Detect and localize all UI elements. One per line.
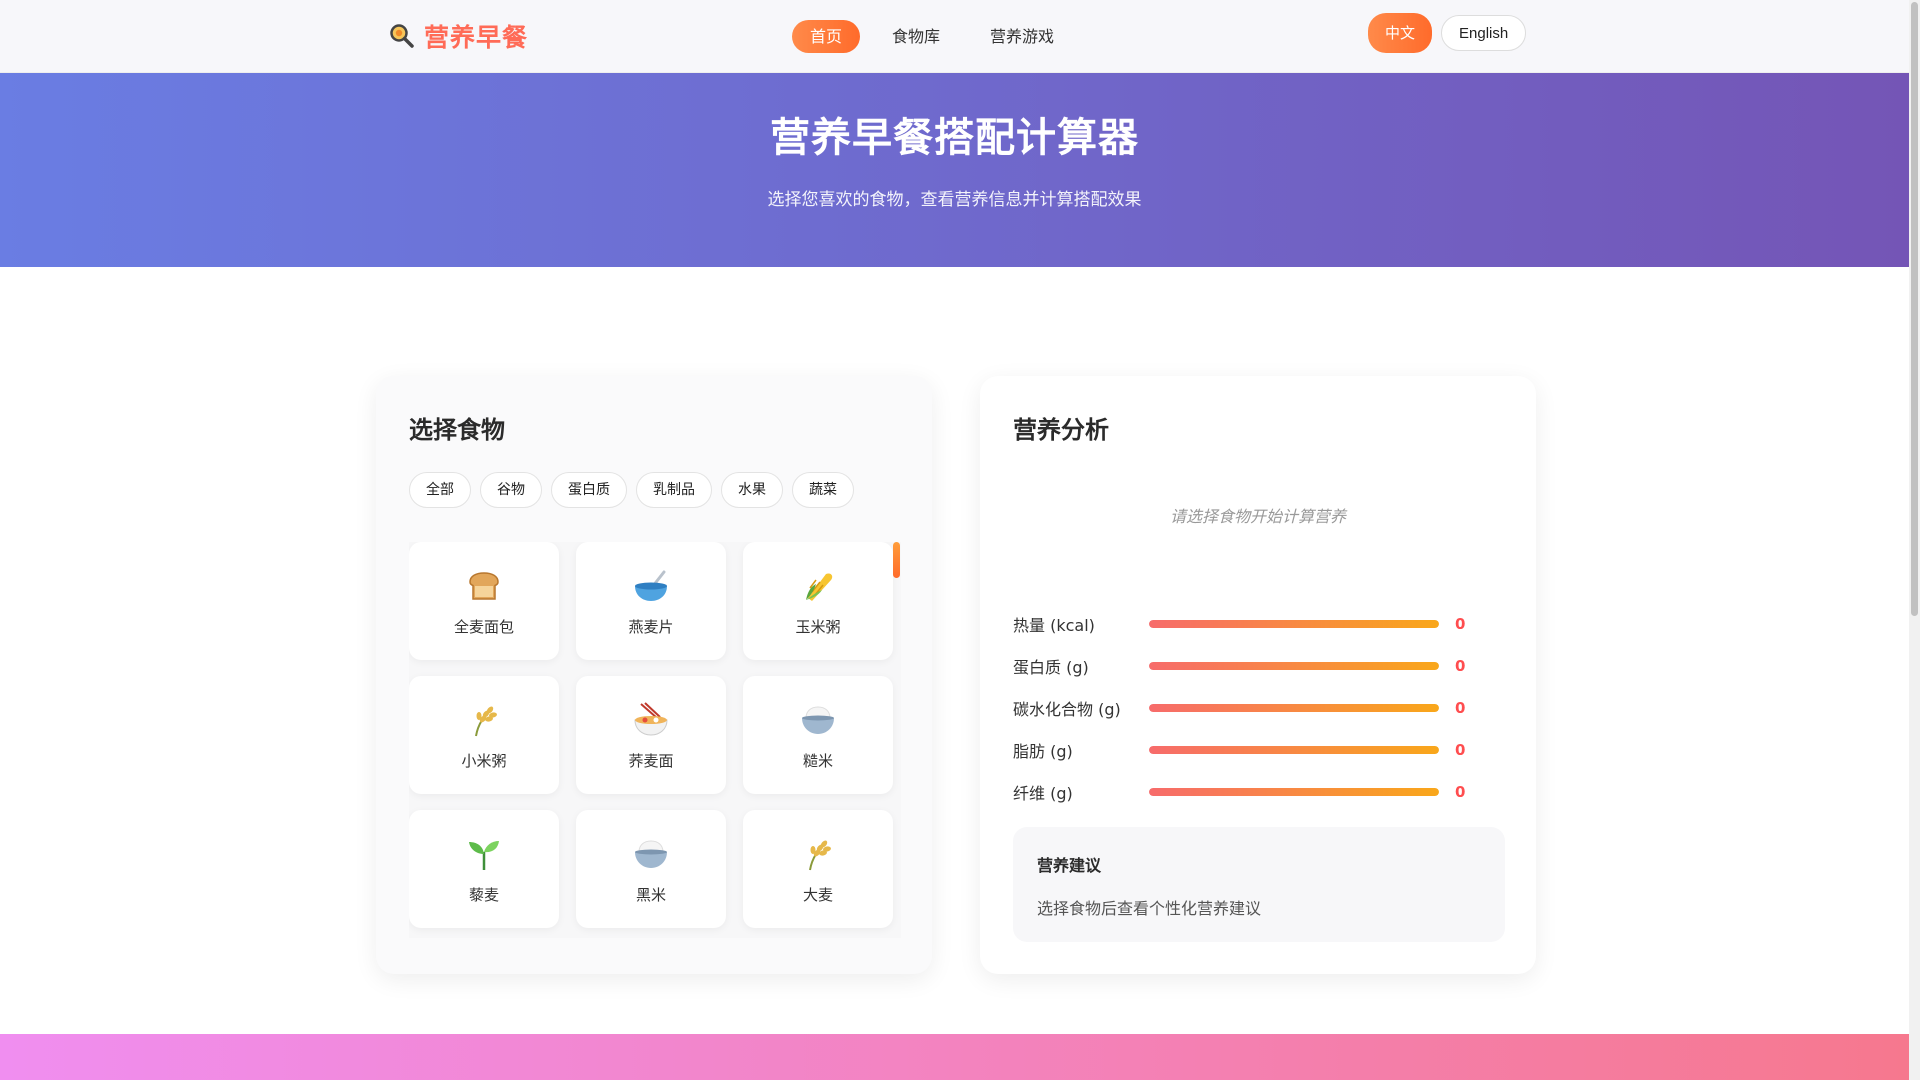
advice-text: 选择食物后查看个性化营养建议 [1037, 899, 1262, 918]
nutrition-metrics: 热量 (kcal) 0 蛋白质 (g) 0 碳水化合物 (g) 0 脂肪 (g)… [1013, 603, 1493, 813]
metric-value: 0 [1455, 699, 1466, 717]
nav-nutrition-game[interactable]: 营养游戏 [972, 20, 1072, 53]
food-name: 全麦面包 [453, 618, 514, 636]
page-scrollbar-thumb[interactable] [1911, 2, 1918, 616]
category-filters: 全部 谷物 蛋白质 乳制品 水果 蔬菜 [409, 472, 854, 508]
brand[interactable]: 营养早餐 [388, 18, 528, 54]
footer-band [0, 1034, 1909, 1080]
hero-banner: 营养早餐搭配计算器 选择您喜欢的食物，查看营养信息并计算搭配效果 [0, 73, 1909, 267]
nav-home[interactable]: 首页 [792, 20, 861, 53]
rice-plant-icon [464, 700, 504, 740]
lang-zh-button[interactable]: 中文 [1368, 13, 1433, 53]
metric-label: 脂肪 (g) [1013, 742, 1073, 761]
metric-label: 蛋白质 (g) [1013, 658, 1089, 677]
metric-value: 0 [1455, 783, 1466, 801]
filter-dairy[interactable]: 乳制品 [636, 472, 712, 508]
rice-bowl-icon [631, 834, 671, 874]
metric-bar [1149, 620, 1439, 628]
food-list-scrollbar[interactable] [893, 542, 900, 578]
metric-value: 0 [1455, 615, 1466, 633]
metric-label: 纤维 (g) [1013, 784, 1073, 803]
food-name: 藜麦 [468, 886, 499, 904]
nav-food-library[interactable]: 食物库 [874, 20, 958, 53]
page-title: 营养早餐搭配计算器 [770, 115, 1139, 161]
food-item[interactable]: 糙米 [743, 676, 893, 794]
analysis-title: 营养分析 [1013, 416, 1109, 444]
food-item[interactable]: 大麦 [743, 810, 893, 928]
nutrition-advice: 营养建议 选择食物后查看个性化营养建议 [1013, 827, 1505, 942]
noodles-icon [631, 700, 671, 740]
metric-fiber: 纤维 (g) 0 [1013, 771, 1493, 813]
food-panel-title: 选择食物 [409, 416, 505, 444]
food-name: 糙米 [802, 752, 833, 770]
filter-protein[interactable]: 蛋白质 [551, 472, 627, 508]
bowl-icon [631, 566, 671, 606]
nutrition-analysis-card: 营养分析 请选择食物开始计算营养 热量 (kcal) 0 蛋白质 (g) 0 碳… [980, 376, 1536, 974]
food-list: 全麦面包 燕麦片 玉米粥 小米粥 荞麦面 糙米 藜麦 黑米 大麦 [409, 542, 901, 938]
food-name: 大麦 [802, 886, 833, 904]
metric-bar [1149, 662, 1439, 670]
metric-label: 热量 (kcal) [1013, 616, 1095, 635]
page-scrollbar[interactable] [1909, 0, 1920, 1080]
rice-plant-icon [798, 834, 838, 874]
top-nav: 营养早餐 首页 食物库 营养游戏 中文 English [0, 0, 1909, 73]
food-item[interactable]: 黑米 [576, 810, 726, 928]
food-selection-card: 选择食物 全部 谷物 蛋白质 乳制品 水果 蔬菜 全麦面包 燕麦片 玉米粥 小米… [376, 376, 932, 974]
bread-icon [464, 566, 504, 606]
filter-fruit[interactable]: 水果 [721, 472, 783, 508]
metric-calories: 热量 (kcal) 0 [1013, 603, 1493, 645]
empty-hint: 请选择食物开始计算营养 [1169, 507, 1346, 526]
magnifier-icon [388, 22, 416, 50]
food-item[interactable]: 玉米粥 [743, 542, 893, 660]
metric-bar [1149, 746, 1439, 754]
metric-value: 0 [1455, 657, 1466, 675]
food-name: 黑米 [635, 886, 666, 904]
metric-protein: 蛋白质 (g) 0 [1013, 645, 1493, 687]
seedling-icon [464, 834, 504, 874]
nav-links: 首页 食物库 营养游戏 [792, 20, 1072, 53]
metric-fat: 脂肪 (g) 0 [1013, 729, 1493, 771]
metric-bar [1149, 704, 1439, 712]
food-item[interactable]: 小米粥 [409, 676, 559, 794]
food-name: 玉米粥 [795, 618, 841, 636]
rice-bowl-icon [798, 700, 838, 740]
filter-vegetables[interactable]: 蔬菜 [792, 472, 854, 508]
food-name: 小米粥 [461, 752, 507, 770]
lang-en-button[interactable]: English [1441, 15, 1527, 51]
metric-bar [1149, 788, 1439, 796]
corn-icon [798, 566, 838, 606]
filter-grains[interactable]: 谷物 [480, 472, 542, 508]
page-subtitle: 选择您喜欢的食物，查看营养信息并计算搭配效果 [767, 190, 1142, 210]
food-item[interactable]: 藜麦 [409, 810, 559, 928]
food-item[interactable]: 燕麦片 [576, 542, 726, 660]
food-item[interactable]: 荞麦面 [576, 676, 726, 794]
metric-label: 碳水化合物 (g) [1013, 700, 1121, 719]
language-switch: 中文 English [1368, 13, 1527, 53]
food-item[interactable]: 全麦面包 [409, 542, 559, 660]
brand-name: 营养早餐 [424, 23, 529, 52]
advice-title: 营养建议 [1037, 856, 1102, 875]
metric-value: 0 [1455, 741, 1466, 759]
food-name: 荞麦面 [628, 752, 674, 770]
metric-carbs: 碳水化合物 (g) 0 [1013, 687, 1493, 729]
food-name: 燕麦片 [628, 618, 674, 636]
filter-all[interactable]: 全部 [409, 472, 471, 508]
